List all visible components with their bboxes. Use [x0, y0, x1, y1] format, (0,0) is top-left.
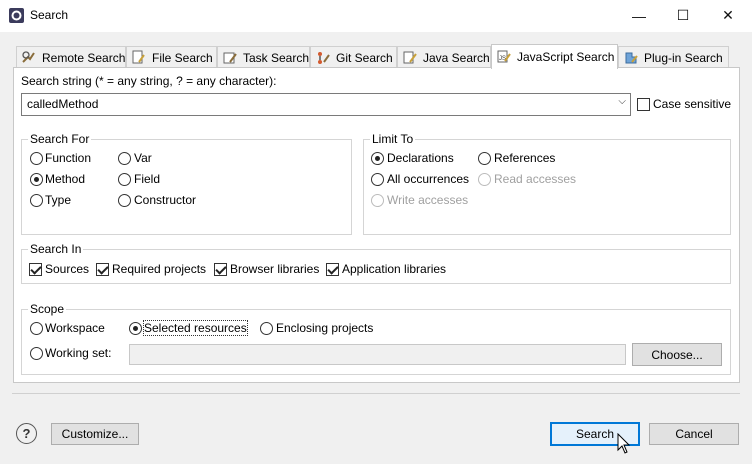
customize-button[interactable]: Customize... — [51, 423, 139, 445]
radio-declarations[interactable] — [371, 152, 384, 165]
separator — [12, 393, 740, 394]
tab-label: Task Search — [243, 50, 310, 65]
limit-to-title: Limit To — [370, 132, 416, 146]
radio-field[interactable] — [118, 173, 131, 186]
radio-selected-resources-label: Selected resources — [143, 320, 248, 336]
search-string-value[interactable]: calledMethod — [27, 97, 98, 111]
search-in-title: Search In — [28, 242, 84, 256]
radio-method[interactable] — [30, 173, 43, 186]
radio-write-accesses — [371, 194, 384, 207]
file-search-icon — [132, 50, 145, 63]
tab-label: File Search — [152, 50, 213, 65]
radio-all-occurrences-label: All occurrences — [387, 172, 470, 186]
search-tabs: Remote Search File Search Task Search Gi… — [12, 44, 740, 69]
radio-workspace-label: Workspace — [45, 321, 105, 335]
case-sensitive-checkbox[interactable] — [637, 98, 650, 111]
radio-read-accesses-label: Read accesses — [494, 172, 577, 186]
java-search-icon — [403, 51, 417, 63]
radio-var[interactable] — [118, 152, 131, 165]
tab-git-search[interactable]: Git Search — [310, 46, 397, 68]
radio-read-accesses — [478, 173, 491, 186]
close-button[interactable]: ✕ — [705, 0, 751, 31]
checkbox-browser-libraries-label: Browser libraries — [230, 262, 320, 276]
radio-working-set[interactable] — [30, 347, 43, 360]
window-title: Search — [30, 8, 69, 22]
minimize-button[interactable]: — — [616, 0, 662, 31]
case-sensitive-label: Case sensitive — [653, 97, 732, 111]
tab-java-search[interactable]: Java Search — [397, 46, 491, 68]
radio-var-label: Var — [134, 151, 152, 165]
task-search-icon — [223, 52, 237, 63]
radio-write-accesses-label: Write accesses — [387, 193, 469, 207]
radio-working-set-label: Working set: — [45, 346, 112, 360]
remote-search-icon — [22, 50, 35, 63]
search-for-title: Search For — [28, 132, 92, 146]
checkbox-required-projects[interactable] — [96, 263, 109, 276]
scope-title: Scope — [28, 302, 67, 316]
maximize-button[interactable]: ☐ — [660, 0, 706, 31]
radio-field-label: Field — [134, 172, 161, 186]
radio-enclosing-projects[interactable] — [260, 322, 273, 335]
checkbox-sources-label: Sources — [45, 262, 90, 276]
eclipse-app-icon — [9, 8, 24, 23]
checkbox-sources[interactable] — [29, 263, 42, 276]
tab-label: Plug-in Search — [644, 50, 723, 65]
help-icon[interactable]: ? — [16, 423, 37, 444]
radio-constructor-label: Constructor — [134, 193, 197, 207]
radio-type-label: Type — [45, 193, 72, 207]
choose-button[interactable]: Choose... — [632, 343, 722, 366]
chevron-down-icon[interactable]: ⌵ — [618, 96, 626, 107]
checkbox-application-libraries-label: Application libraries — [342, 262, 447, 276]
tab-label: JavaScript Search — [517, 50, 615, 64]
radio-function[interactable] — [30, 152, 43, 165]
tab-label: Remote Search — [42, 50, 126, 65]
checkbox-browser-libraries[interactable] — [214, 263, 227, 276]
radio-method-label: Method — [45, 172, 86, 186]
tab-javascript-search[interactable]: JS JavaScript Search — [491, 44, 618, 69]
git-search-icon — [318, 51, 330, 64]
search-string-label: Search string (* = any string, ? = any c… — [21, 74, 277, 88]
radio-selected-resources[interactable] — [129, 322, 142, 335]
cancel-button[interactable]: Cancel — [649, 423, 739, 445]
radio-constructor[interactable] — [118, 194, 131, 207]
mouse-pointer-icon — [617, 433, 631, 454]
tab-file-search[interactable]: File Search — [126, 46, 217, 68]
svg-text:JS: JS — [499, 56, 506, 62]
tab-remote-search[interactable]: Remote Search — [16, 46, 126, 68]
checkbox-application-libraries[interactable] — [326, 263, 339, 276]
radio-type[interactable] — [30, 194, 43, 207]
scope-group — [21, 309, 731, 375]
tab-label: Git Search — [336, 50, 393, 65]
working-set-field — [129, 344, 626, 365]
radio-references[interactable] — [478, 152, 491, 165]
javascript-search-icon: JS — [497, 50, 511, 63]
radio-workspace[interactable] — [30, 322, 43, 335]
radio-function-label: Function — [45, 151, 92, 165]
radio-enclosing-projects-label: Enclosing projects — [276, 321, 374, 335]
radio-references-label: References — [494, 151, 556, 165]
tab-plugin-search[interactable]: Plug-in Search — [618, 46, 729, 68]
radio-all-occurrences[interactable] — [371, 173, 384, 186]
tab-label: Java Search — [423, 50, 490, 65]
plugin-search-icon — [625, 52, 638, 63]
radio-declarations-label: Declarations — [387, 151, 454, 165]
checkbox-required-projects-label: Required projects — [112, 262, 207, 276]
search-string-combo[interactable]: calledMethod ⌵ — [21, 93, 631, 116]
tab-task-search[interactable]: Task Search — [217, 46, 310, 68]
